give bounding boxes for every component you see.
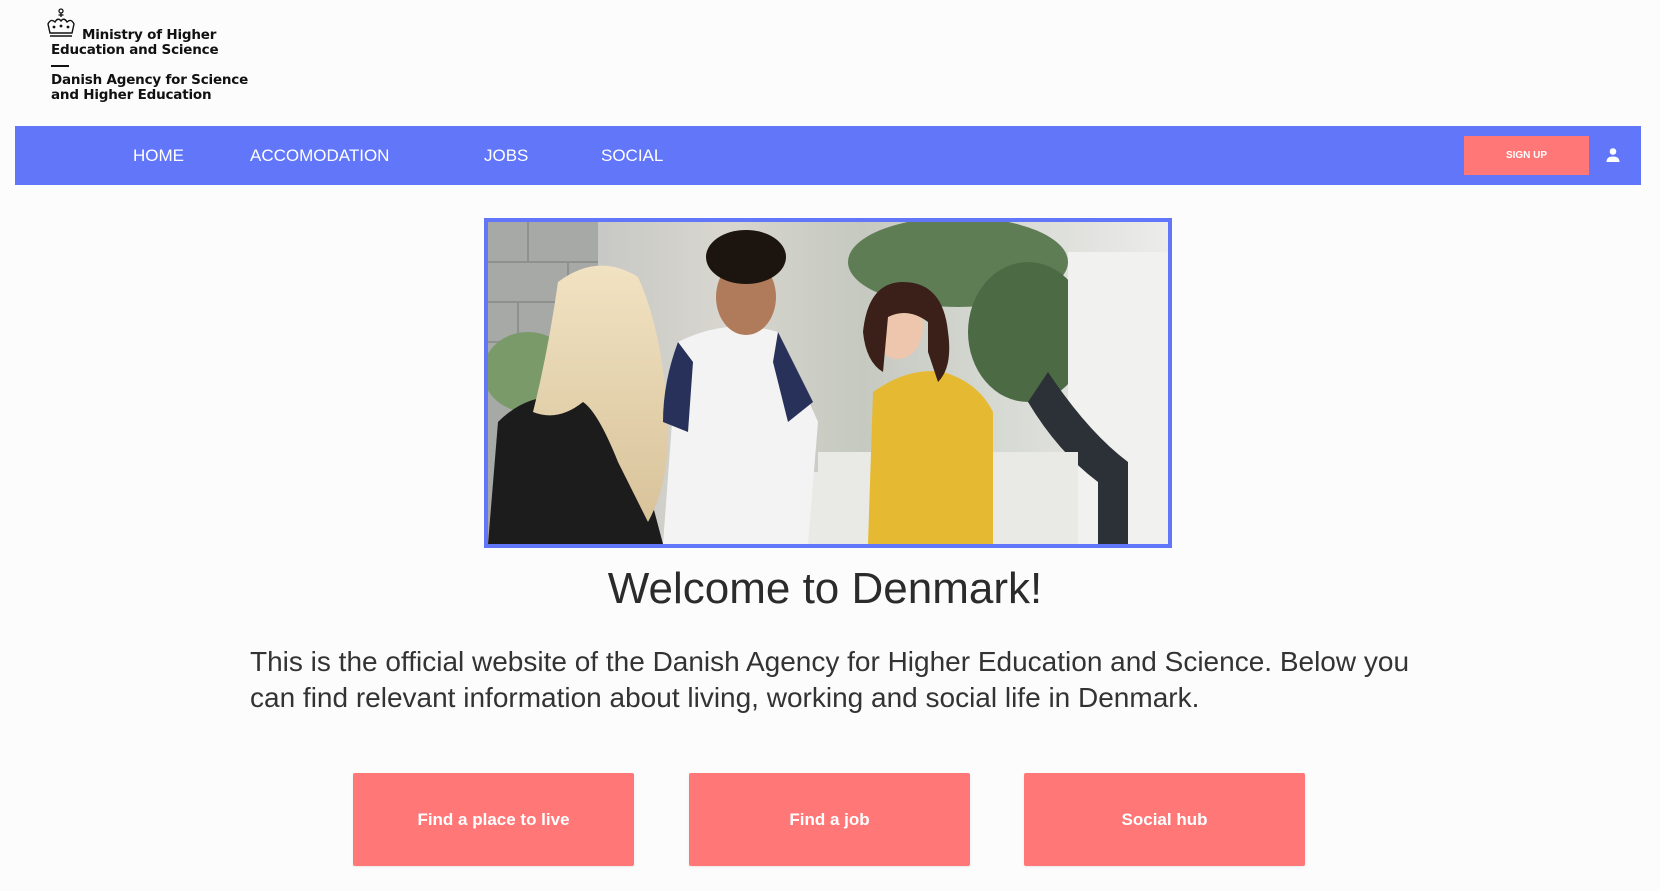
logo-text-higher-education: and Higher Education <box>51 87 212 103</box>
logo-text-ministry: Ministry of Higher <box>82 27 217 43</box>
logo-divider <box>51 65 69 67</box>
page: Ministry of Higher Education and Science… <box>0 0 1660 891</box>
social-hub-button[interactable]: Social hub <box>1024 773 1305 866</box>
hero-image <box>484 218 1172 548</box>
nav-item-home[interactable]: HOME <box>133 126 184 185</box>
nav-item-jobs[interactable]: JOBS <box>484 126 528 185</box>
main-navbar: HOME ACCOMODATION JOBS SOCIAL SIGN UP <box>15 126 1641 185</box>
ministry-logo[interactable]: Ministry of Higher Education and Science… <box>45 8 265 108</box>
find-job-button[interactable]: Find a job <box>689 773 970 866</box>
nav-item-accomodation[interactable]: ACCOMODATION <box>250 126 389 185</box>
page-title: Welcome to Denmark! <box>607 564 1043 613</box>
user-icon[interactable] <box>1605 147 1621 163</box>
logo-text-agency: Danish Agency for Science <box>51 72 249 88</box>
crown-icon <box>47 8 75 37</box>
intro-text: This is the official website of the Dani… <box>250 646 1410 713</box>
sign-up-button[interactable]: SIGN UP <box>1464 136 1589 175</box>
find-place-to-live-button[interactable]: Find a place to live <box>353 773 634 866</box>
logo-text-education: Education and Science <box>51 42 219 58</box>
nav-item-social[interactable]: SOCIAL <box>601 126 663 185</box>
